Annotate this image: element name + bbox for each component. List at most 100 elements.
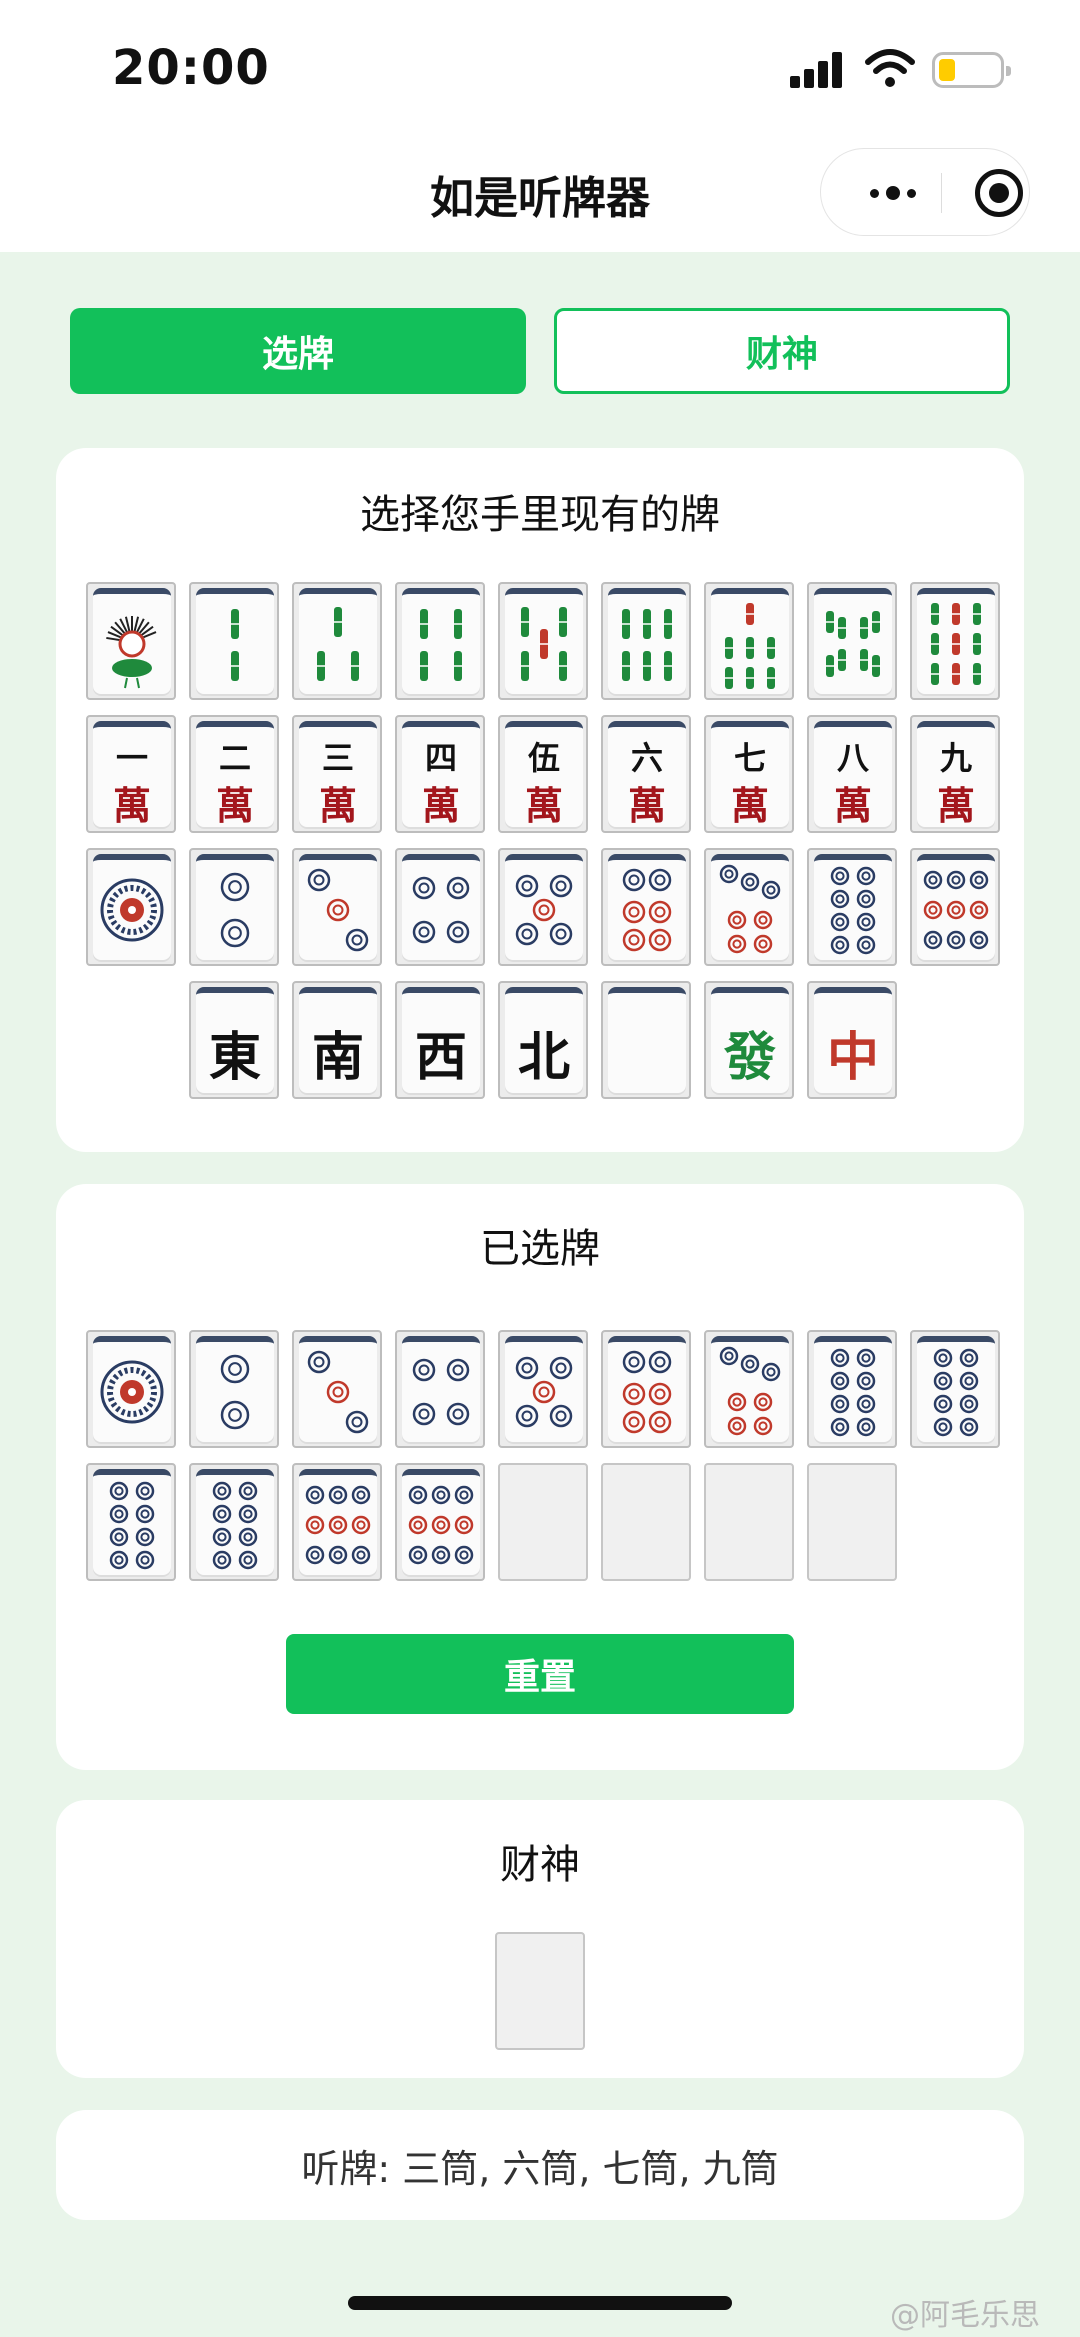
mahjong-tile[interactable]: 一萬 [86,715,176,833]
tab-wild[interactable]: 财神 [554,308,1010,394]
tile-face-icon: 九萬 [917,721,995,829]
watermark: @阿毛乐思 [890,2298,1040,2333]
tile-face-icon [917,588,995,696]
cellular-signal-icon [790,52,844,88]
tile-face-icon [402,588,480,696]
mahjong-tile[interactable]: 中 [807,981,897,1099]
tile-face-icon [299,588,377,696]
mahjong-tile[interactable] [498,848,588,966]
mahjong-tile[interactable]: 發 [704,981,794,1099]
mahjong-tile[interactable] [704,582,794,700]
empty-tile-slot[interactable] [601,1463,691,1581]
more-icon[interactable] [851,149,935,237]
tile-face-icon [196,1469,274,1577]
mahjong-tile[interactable] [292,848,382,966]
wild-title: 财神 [500,1842,580,1888]
mahjong-tile[interactable] [704,1330,794,1448]
close-target-icon[interactable] [975,169,1023,217]
mahjong-tile[interactable] [395,848,485,966]
reset-button[interactable]: 重置 [286,1634,794,1714]
mahjong-tile[interactable]: 東 [189,981,279,1099]
waiting-result-text: 听牌: 三筒, 六筒, 七筒, 九筒 [301,2146,779,2191]
tile-face-icon: 一萬 [93,721,171,829]
mahjong-tile[interactable] [704,848,794,966]
tile-face-icon [402,1469,480,1577]
mahjong-tile[interactable]: 六萬 [601,715,691,833]
tile-face-icon: 三萬 [299,721,377,829]
tile-face-icon [608,588,686,696]
mahjong-tile[interactable] [86,1330,176,1448]
mahjong-tile[interactable] [601,981,691,1099]
empty-tile-slot[interactable] [498,1463,588,1581]
tile-face-icon [711,1336,789,1444]
mahjong-tile[interactable] [189,1463,279,1581]
mahjong-tile[interactable]: 四萬 [395,715,485,833]
tile-face-icon: 中 [814,987,892,1095]
mahjong-tile[interactable]: 北 [498,981,588,1099]
mahjong-tile[interactable] [292,1330,382,1448]
empty-tile-slot[interactable] [704,1463,794,1581]
tile-face-icon: 八萬 [814,721,892,829]
tile-face-icon [93,588,171,696]
mahjong-tile[interactable] [910,1330,1000,1448]
tile-face-icon [402,1336,480,1444]
mahjong-tile[interactable]: 二萬 [189,715,279,833]
selected-tiles-card: 已选牌 重置 [56,1184,1024,1770]
mahjong-tile[interactable]: 西 [395,981,485,1099]
status-time: 20:00 [112,40,270,96]
mahjong-tile[interactable]: 七萬 [704,715,794,833]
tile-face-icon: 南 [299,987,377,1095]
tile-face-icon [608,987,686,1095]
tile-face-icon: 發 [711,987,789,1095]
mahjong-tile[interactable] [86,1463,176,1581]
wild-tile-slot[interactable] [495,1932,585,2050]
tile-face-icon [608,854,686,962]
selected-title: 已选牌 [480,1226,600,1272]
tile-face-icon [505,588,583,696]
mahjong-tile[interactable] [86,848,176,966]
mahjong-tile[interactable] [86,582,176,700]
tile-face-icon [608,1336,686,1444]
mahjong-tile[interactable] [807,1330,897,1448]
mahjong-tile[interactable] [601,582,691,700]
tile-face-icon: 伍萬 [505,721,583,829]
mahjong-tile[interactable] [807,848,897,966]
mahjong-tile[interactable] [395,1463,485,1581]
tile-face-icon [196,854,274,962]
mahjong-tile[interactable] [807,582,897,700]
mahjong-tile[interactable] [601,848,691,966]
mahjong-tile[interactable] [189,848,279,966]
tile-face-icon [814,588,892,696]
tile-face-icon [917,854,995,962]
tile-picker-card: 选择您手里现有的牌 一萬二萬三萬四萬伍萬六萬七萬八萬九萬東南西北 發中 [56,448,1024,1152]
mahjong-tile[interactable]: 三萬 [292,715,382,833]
tile-face-icon [505,854,583,962]
wild-tile-card: 财神 [56,1800,1024,2078]
tile-face-icon: 六萬 [608,721,686,829]
mahjong-tile[interactable]: 南 [292,981,382,1099]
mahjong-tile[interactable] [189,1330,279,1448]
mahjong-tile[interactable] [498,1330,588,1448]
miniprogram-capsule [820,148,1030,236]
mahjong-tile[interactable]: 伍萬 [498,715,588,833]
mahjong-tile[interactable]: 九萬 [910,715,1000,833]
tile-face-icon [402,854,480,962]
tab-select-tiles[interactable]: 选牌 [70,308,526,394]
mahjong-tile[interactable]: 八萬 [807,715,897,833]
tile-face-icon: 四萬 [402,721,480,829]
mahjong-tile[interactable] [189,582,279,700]
empty-tile-slot[interactable] [807,1463,897,1581]
mahjong-tile[interactable] [292,1463,382,1581]
mahjong-tile[interactable] [395,1330,485,1448]
tile-face-icon [93,1469,171,1577]
mahjong-tile[interactable] [292,582,382,700]
mahjong-tile[interactable] [910,848,1000,966]
mahjong-tile[interactable] [395,582,485,700]
battery-icon [932,52,1011,88]
home-indicator [348,2296,732,2310]
mahjong-tile[interactable] [910,582,1000,700]
tile-face-icon [93,854,171,962]
tile-face-icon [299,1336,377,1444]
mahjong-tile[interactable] [498,582,588,700]
mahjong-tile[interactable] [601,1330,691,1448]
